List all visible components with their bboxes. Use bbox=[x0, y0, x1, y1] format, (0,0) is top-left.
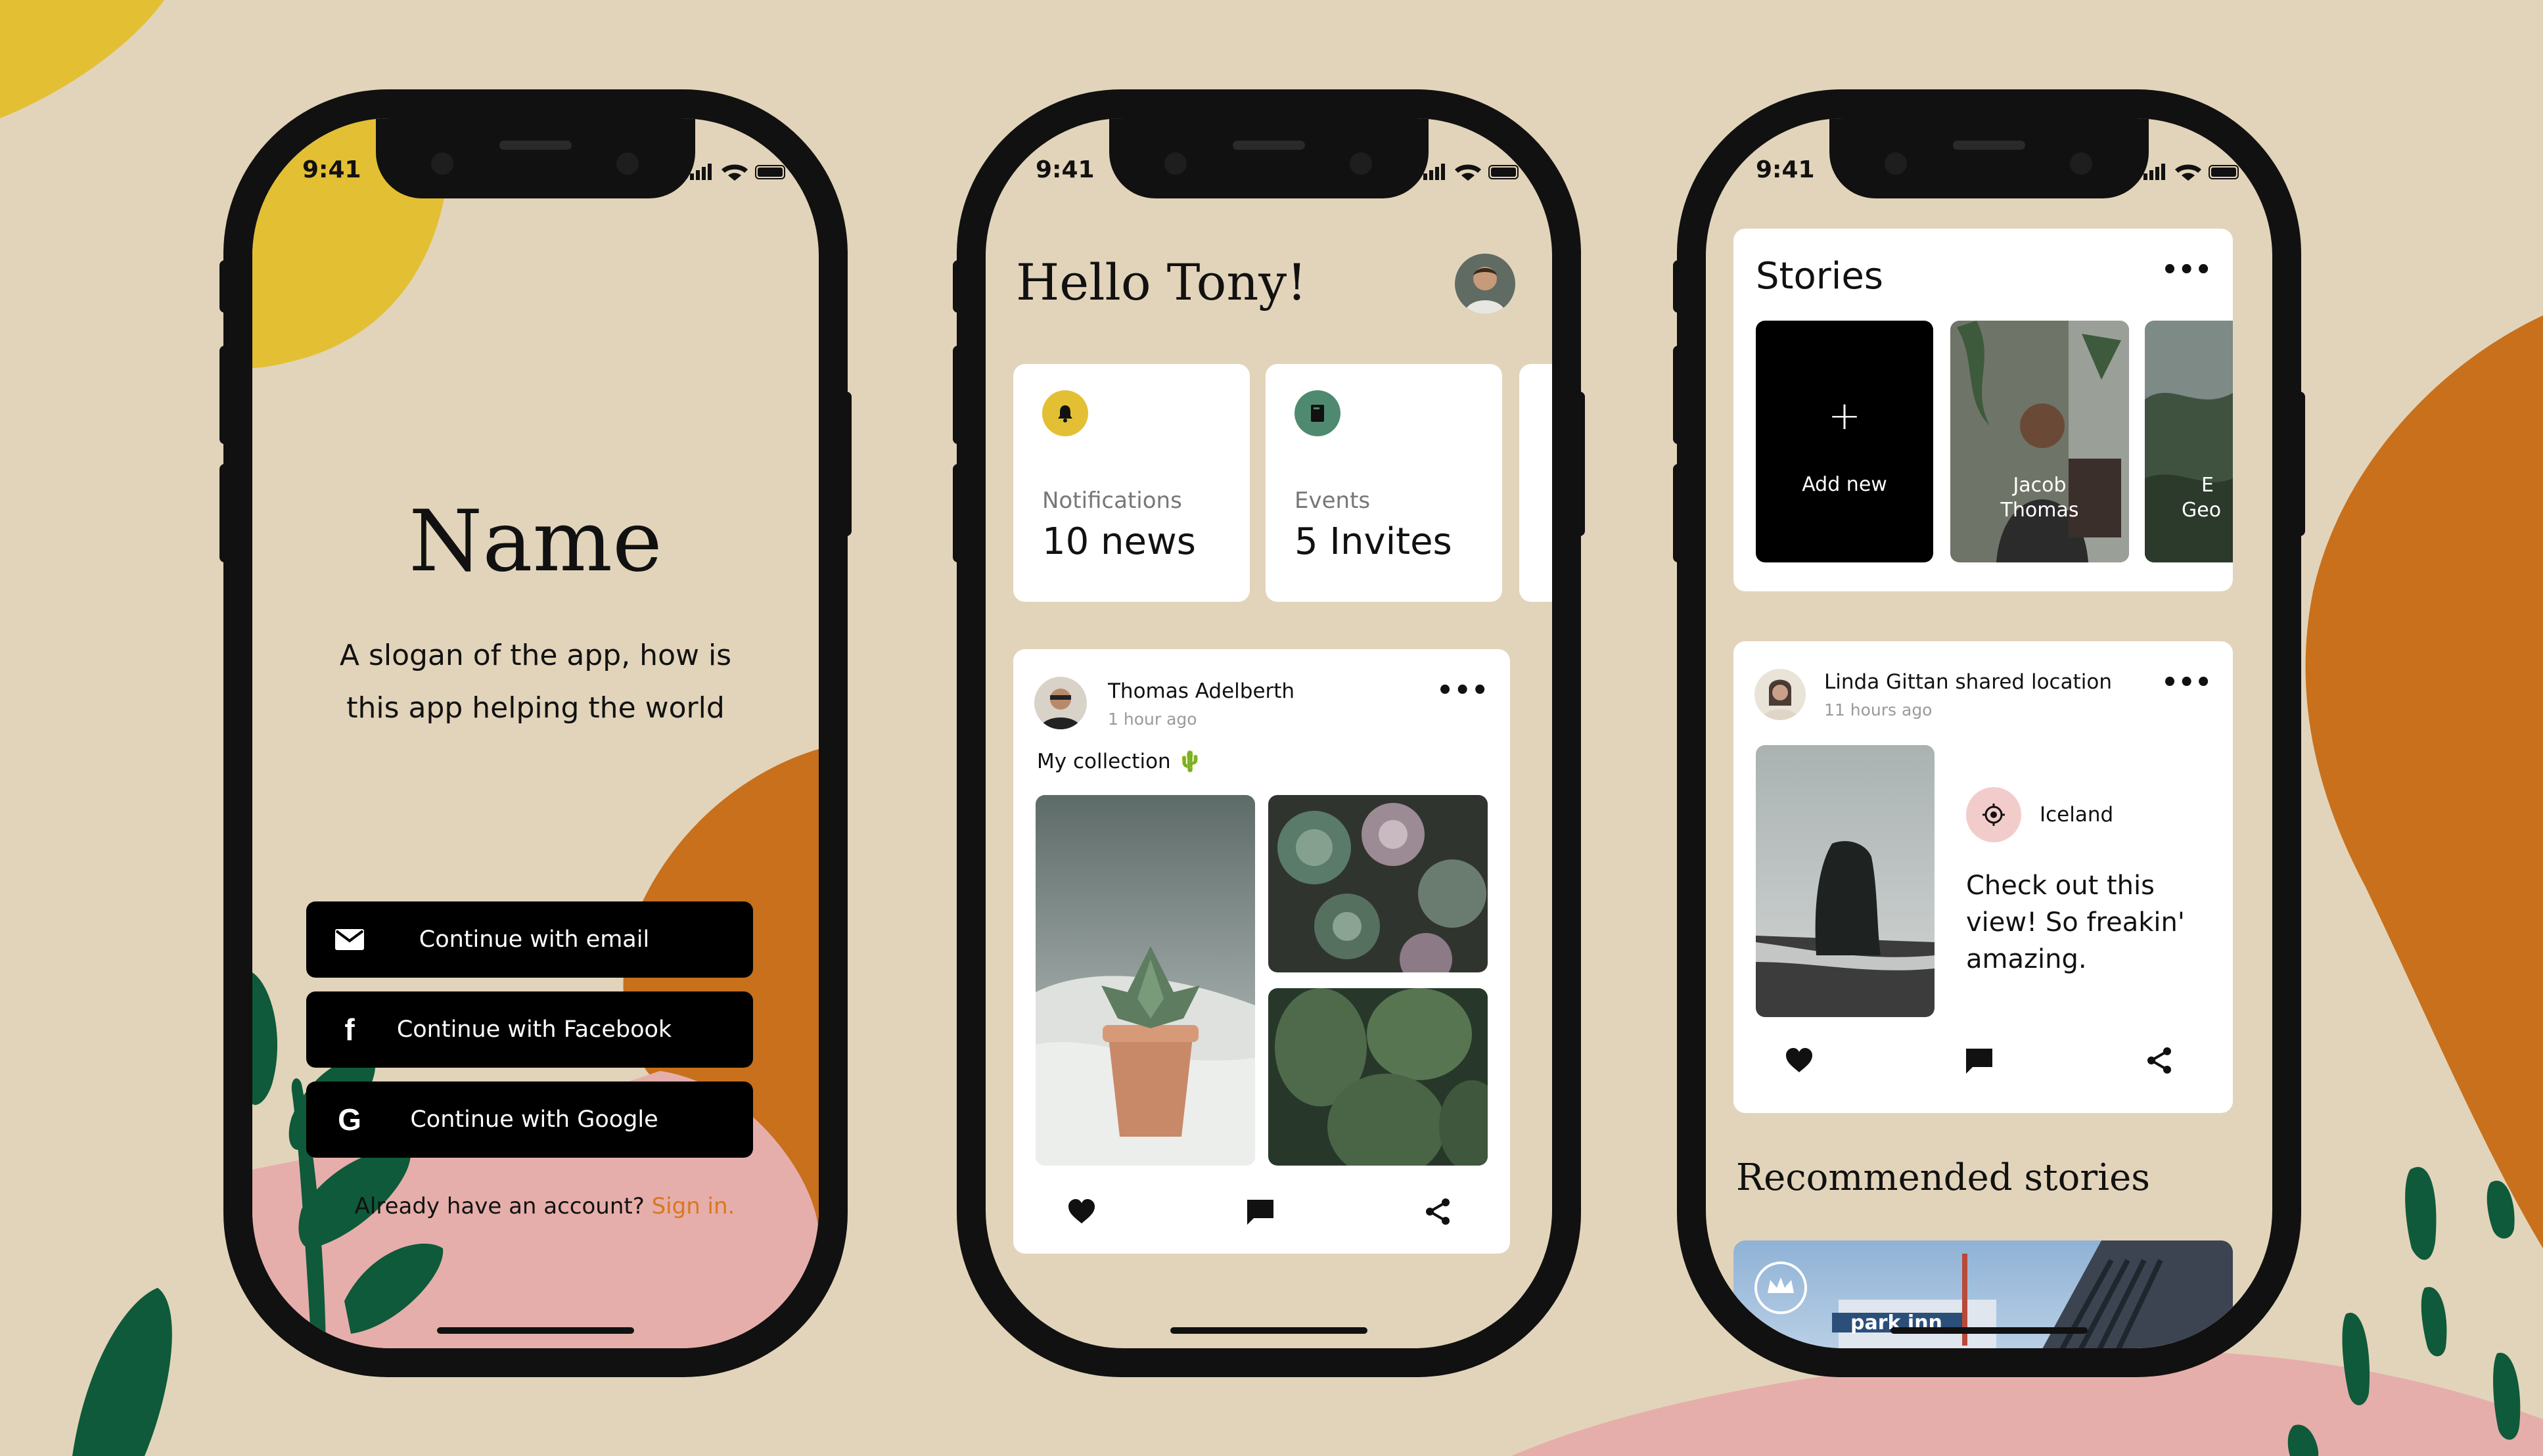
feed-screen: 9:41 Hello Tony! Notifications 10 news E… bbox=[986, 118, 1552, 1348]
heart-icon[interactable] bbox=[1785, 1047, 1814, 1076]
story-tile[interactable]: Jacob Thomas bbox=[1950, 321, 2129, 562]
post-photo-cactus-pot[interactable] bbox=[1036, 795, 1255, 1166]
plus-icon: + bbox=[1827, 393, 1862, 439]
signin-prompt: Already have an account? Sign in. bbox=[252, 1193, 819, 1219]
app-name-title: Name bbox=[409, 493, 662, 591]
stories-screen: 9:41 Stories ••• + Add new Jacob Thomas bbox=[1706, 118, 2272, 1348]
app-slogan-line: this app helping the world bbox=[346, 691, 725, 725]
more-options-icon[interactable]: ••• bbox=[1436, 675, 1489, 706]
google-button-label: Continue with Google bbox=[410, 1106, 658, 1133]
add-story-button[interactable]: + Add new bbox=[1756, 321, 1933, 562]
post-author[interactable]: Thomas Adelberth bbox=[1108, 679, 1294, 703]
events-value: 5 Invites bbox=[1294, 520, 1452, 563]
user-avatar[interactable] bbox=[1455, 254, 1515, 314]
stories-title: Stories bbox=[1756, 255, 1883, 298]
add-new-label: Add new bbox=[1802, 473, 1887, 496]
more-options-icon[interactable]: ••• bbox=[2161, 668, 2212, 698]
location-pin-icon bbox=[1966, 787, 2021, 842]
status-icons bbox=[690, 162, 789, 184]
location-name[interactable]: Iceland bbox=[2040, 803, 2113, 827]
post-message-line: amazing. bbox=[1966, 944, 2087, 974]
login-screen: 9:41 Name A slogan of the app, how is th… bbox=[252, 118, 819, 1348]
status-time: 9:41 bbox=[1036, 156, 1095, 183]
home-indicator[interactable] bbox=[1890, 1327, 2088, 1334]
status-time: 9:41 bbox=[302, 156, 361, 183]
mail-icon bbox=[334, 924, 365, 955]
bell-icon bbox=[1042, 390, 1088, 436]
facebook-icon: f bbox=[344, 1012, 355, 1047]
phone-stories: 9:41 Stories ••• + Add new Jacob Thomas bbox=[1673, 89, 2305, 1377]
notifications-card[interactable]: Notifications 10 news bbox=[1013, 364, 1250, 602]
continue-with-google-button[interactable]: G Continue with Google bbox=[306, 1081, 753, 1158]
location-post-card: Linda Gittan shared location 11 hours ag… bbox=[1733, 641, 2233, 1113]
recommended-stories-title: Recommended stories bbox=[1736, 1156, 2150, 1199]
continue-with-email-button[interactable]: Continue with email bbox=[306, 901, 753, 978]
app-slogan-line: A slogan of the app, how is bbox=[339, 639, 732, 672]
story-name: E Geo bbox=[2182, 473, 2221, 523]
notifications-value: 10 news bbox=[1042, 520, 1196, 563]
post-message-line: Check out this bbox=[1966, 871, 2155, 901]
events-card[interactable]: Events 5 Invites bbox=[1266, 364, 1502, 602]
share-icon[interactable] bbox=[1423, 1197, 1452, 1229]
status-icons bbox=[2143, 162, 2242, 184]
phone-feed: 9:41 Hello Tony! Notifications 10 news E… bbox=[953, 89, 1585, 1377]
post-photo-succulents[interactable] bbox=[1268, 795, 1488, 972]
comment-icon[interactable] bbox=[1965, 1047, 1994, 1078]
story-name: Jacob Thomas bbox=[1950, 473, 2129, 523]
post-caption: My collection 🌵 bbox=[1037, 750, 1203, 773]
story-name-line: Geo bbox=[2182, 499, 2222, 522]
app-slogan: A slogan of the app, how is this app hel… bbox=[252, 629, 819, 735]
events-label: Events bbox=[1294, 488, 1371, 514]
continue-with-facebook-button[interactable]: f Continue with Facebook bbox=[306, 991, 753, 1068]
comment-icon[interactable] bbox=[1246, 1198, 1275, 1229]
more-options-icon[interactable]: ••• bbox=[2161, 255, 2212, 285]
post-message-line: view! So freakin' bbox=[1966, 907, 2185, 938]
signin-link[interactable]: Sign in. bbox=[652, 1193, 735, 1219]
notifications-label: Notifications bbox=[1042, 488, 1182, 514]
author-avatar[interactable] bbox=[1034, 677, 1087, 729]
facebook-button-label: Continue with Facebook bbox=[396, 1016, 672, 1043]
phone-login: 9:41 Name A slogan of the app, how is th… bbox=[219, 89, 852, 1377]
heart-icon[interactable] bbox=[1067, 1198, 1096, 1227]
post-time: 11 hours ago bbox=[1824, 700, 1933, 719]
email-button-label: Continue with email bbox=[419, 926, 650, 953]
home-indicator[interactable] bbox=[1170, 1327, 1367, 1334]
stories-card: Stories ••• + Add new Jacob Thomas E Geo bbox=[1733, 229, 2233, 591]
story-name-line: Thomas bbox=[2000, 499, 2079, 522]
story-tile[interactable]: E Geo bbox=[2145, 321, 2233, 562]
post-author[interactable]: Linda Gittan shared location bbox=[1824, 670, 2112, 694]
home-indicator[interactable] bbox=[437, 1327, 634, 1334]
book-icon bbox=[1294, 390, 1340, 436]
post-time: 1 hour ago bbox=[1108, 710, 1197, 729]
post-photo-cactus-pads[interactable] bbox=[1268, 988, 1488, 1166]
post-message: Check out this view! So freakin' amazing… bbox=[1966, 867, 2185, 978]
share-icon[interactable] bbox=[2145, 1046, 2174, 1078]
next-summary-card[interactable] bbox=[1519, 364, 1552, 602]
greeting-title: Hello Tony! bbox=[1016, 253, 1307, 311]
story-name-line: Jacob bbox=[2013, 474, 2067, 497]
post-card: Thomas Adelberth 1 hour ago ••• My colle… bbox=[1013, 649, 1510, 1254]
location-photo[interactable] bbox=[1756, 745, 1935, 1017]
google-icon: G bbox=[338, 1103, 361, 1137]
story-name-line: E bbox=[2201, 474, 2214, 497]
author-avatar[interactable] bbox=[1754, 669, 1806, 720]
status-icons bbox=[1423, 162, 1522, 184]
signin-prompt-text: Already have an account? bbox=[354, 1193, 645, 1219]
status-time: 9:41 bbox=[1756, 156, 1815, 183]
